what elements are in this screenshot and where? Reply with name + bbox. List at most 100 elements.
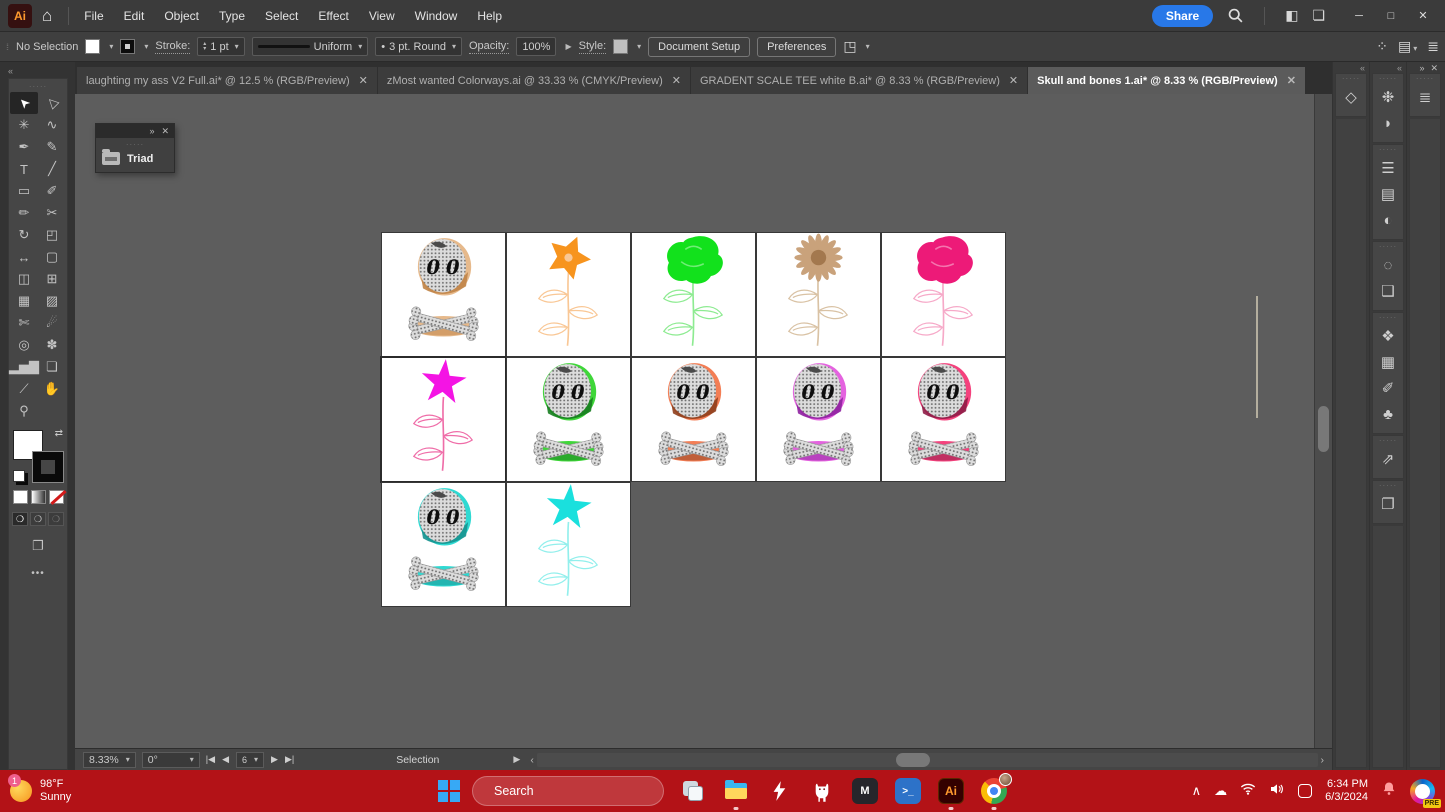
- menu-object[interactable]: Object: [155, 5, 208, 27]
- artboard-7-skull[interactable]: 0 0: [507, 358, 630, 481]
- width-tool[interactable]: ↔: [10, 246, 38, 268]
- draw-normal-mode[interactable]: ❍: [12, 512, 28, 526]
- brushes-panel-icon[interactable]: ✐: [1374, 375, 1402, 401]
- menu-file[interactable]: File: [75, 5, 112, 27]
- illustrator-icon[interactable]: Ai: [938, 778, 964, 804]
- rotation-value[interactable]: 0°: [148, 754, 158, 766]
- shaper-tool[interactable]: ✏: [10, 202, 38, 224]
- tab-close-icon[interactable]: ✕: [359, 74, 368, 87]
- artboard-5-flower[interactable]: [882, 233, 1005, 356]
- hand-tool[interactable]: ✋: [38, 378, 66, 400]
- artboard-2-flower[interactable]: [507, 233, 630, 356]
- opacity-value[interactable]: 100%: [522, 41, 550, 53]
- library-name[interactable]: Triad: [127, 153, 153, 165]
- panel-collapse-icon[interactable]: «: [1397, 63, 1402, 72]
- free-transform-tool[interactable]: ▢: [38, 246, 66, 268]
- stroke-swatch[interactable]: [33, 452, 63, 482]
- brush-value[interactable]: 3 pt. Round: [389, 41, 446, 53]
- column-graph-tool[interactable]: ▂▅▇: [10, 356, 38, 378]
- stroke-weight-value[interactable]: 1 pt: [210, 41, 228, 53]
- document-tab-2[interactable]: zMost wanted Colorways.ai @ 33.33 % (CMY…: [378, 67, 690, 94]
- draw-inside-mode[interactable]: ❍: [48, 512, 64, 526]
- last-artboard-button[interactable]: ▶|: [285, 754, 294, 765]
- edit-toolbar-icon[interactable]: •••: [31, 568, 45, 579]
- ime-icon[interactable]: [1298, 784, 1312, 798]
- search-input[interactable]: [494, 784, 655, 798]
- menu-edit[interactable]: Edit: [115, 5, 154, 27]
- preferences-button[interactable]: Preferences: [757, 37, 836, 57]
- swatches-panel-icon[interactable]: ▤: [1374, 181, 1402, 207]
- mesh-tool[interactable]: ▦: [10, 290, 38, 312]
- illustrator-logo-icon[interactable]: Ai: [8, 4, 32, 28]
- perspective-grid-tool[interactable]: ⊞: [38, 268, 66, 290]
- selection-tool[interactable]: ➤: [10, 92, 38, 114]
- onedrive-cloud-icon[interactable]: ☁: [1214, 783, 1227, 799]
- brush-definition-dropdown[interactable]: • 3 pt. Round ▾: [375, 37, 462, 56]
- next-artboard-button[interactable]: ▶: [271, 754, 278, 765]
- menu-help[interactable]: Help: [468, 5, 511, 27]
- rotation-dropdown[interactable]: 0° ▾: [142, 752, 200, 768]
- 3d-and-materials-panel-icon[interactable]: ◇: [1337, 84, 1365, 110]
- type-tool[interactable]: T: [10, 158, 38, 180]
- color-panel-icon[interactable]: ❉: [1374, 84, 1402, 110]
- curvature-tool[interactable]: ✎: [38, 136, 66, 158]
- appearance-panel-icon[interactable]: ◌: [1374, 252, 1402, 278]
- layers-panel-icon[interactable]: ❖: [1374, 323, 1402, 349]
- chevron-down-icon[interactable]: ▾: [144, 42, 148, 51]
- library-folder-icon[interactable]: [102, 152, 120, 165]
- artboard-9-skull[interactable]: 0 0: [757, 358, 880, 481]
- share-button[interactable]: Share: [1152, 5, 1213, 27]
- screen-mode-button[interactable]: ❐: [32, 538, 44, 554]
- eyedropper-tool[interactable]: ☄: [38, 312, 66, 334]
- panel-list-icon[interactable]: ≣: [1427, 38, 1439, 55]
- zap-app-icon[interactable]: [766, 778, 792, 804]
- panel-collapse-icon[interactable]: «: [1360, 63, 1365, 72]
- workspace-switcher-icon[interactable]: ▤▾: [1398, 38, 1417, 55]
- paintbrush-tool[interactable]: ✐: [38, 180, 66, 202]
- panel-close-icon[interactable]: ✕: [161, 126, 169, 137]
- artboard-8-skull[interactable]: 0 0: [632, 358, 755, 481]
- stroke-color-swatch[interactable]: [120, 39, 135, 54]
- chevron-down-icon[interactable]: ▾: [126, 755, 130, 764]
- blend-tool[interactable]: ◎: [10, 334, 38, 356]
- select-similar-icon[interactable]: ◳: [843, 38, 856, 55]
- symbol-sprayer-tool[interactable]: ✽: [38, 334, 66, 356]
- minimize-button[interactable]: ─: [1345, 5, 1373, 27]
- line-segment-tool[interactable]: ╱: [38, 158, 66, 180]
- magic-wand-tool[interactable]: ✳: [10, 114, 38, 136]
- gradient-button[interactable]: [31, 490, 46, 504]
- menu-view[interactable]: View: [360, 5, 404, 27]
- color-button[interactable]: [13, 490, 28, 504]
- vertical-scrollbar[interactable]: [1314, 94, 1332, 748]
- graphic-styles-panel-icon[interactable]: ❑: [1374, 278, 1402, 304]
- powershell-icon[interactable]: >_: [895, 778, 921, 804]
- symbols-panel-icon[interactable]: ♣: [1374, 401, 1402, 427]
- stepper-icon[interactable]: ▴▾: [203, 42, 206, 52]
- pen-tool[interactable]: ✒: [10, 136, 38, 158]
- first-artboard-button[interactable]: |◀: [206, 754, 215, 765]
- file-explorer-icon[interactable]: [723, 778, 749, 804]
- notification-bell-icon[interactable]: [1381, 780, 1397, 802]
- artboard-6-flower[interactable]: [382, 358, 505, 481]
- chevron-down-icon[interactable]: ▾: [235, 42, 239, 51]
- document-tab-1[interactable]: laughting my ass V2 Full.ai* @ 12.5 % (R…: [77, 67, 377, 94]
- document-tab-4[interactable]: Skull and bones 1.ai* @ 8.33 % (RGB/Prev…: [1028, 67, 1305, 94]
- stroke-weight-field[interactable]: ▴▾ 1 pt ▾: [197, 37, 244, 56]
- panel-expand-icon[interactable]: »: [1419, 63, 1424, 72]
- chevron-down-icon[interactable]: ▾: [358, 42, 362, 51]
- volume-icon[interactable]: [1269, 782, 1285, 801]
- vertical-scrollbar-thumb[interactable]: [1318, 406, 1329, 452]
- none-button[interactable]: [49, 490, 64, 504]
- artboard-10-skull[interactable]: 0 0: [882, 358, 1005, 481]
- menu-type[interactable]: Type: [210, 5, 254, 27]
- previous-artboard-button[interactable]: ◀: [222, 754, 229, 765]
- zoom-level-dropdown[interactable]: 8.33% ▾: [83, 752, 136, 768]
- panel-close-icon[interactable]: ✕: [1430, 63, 1438, 72]
- menu-effect[interactable]: Effect: [309, 5, 357, 27]
- chevron-down-icon[interactable]: ▾: [452, 42, 456, 51]
- artboard-1-skull[interactable]: 0 0: [382, 233, 505, 356]
- panel-grid-icon[interactable]: ⁘: [1376, 38, 1388, 55]
- gradient-panel-icon[interactable]: ◗: [1374, 110, 1402, 136]
- chevron-down-icon[interactable]: ▾: [254, 755, 258, 764]
- toolbar-collapse-icon[interactable]: «: [8, 66, 13, 76]
